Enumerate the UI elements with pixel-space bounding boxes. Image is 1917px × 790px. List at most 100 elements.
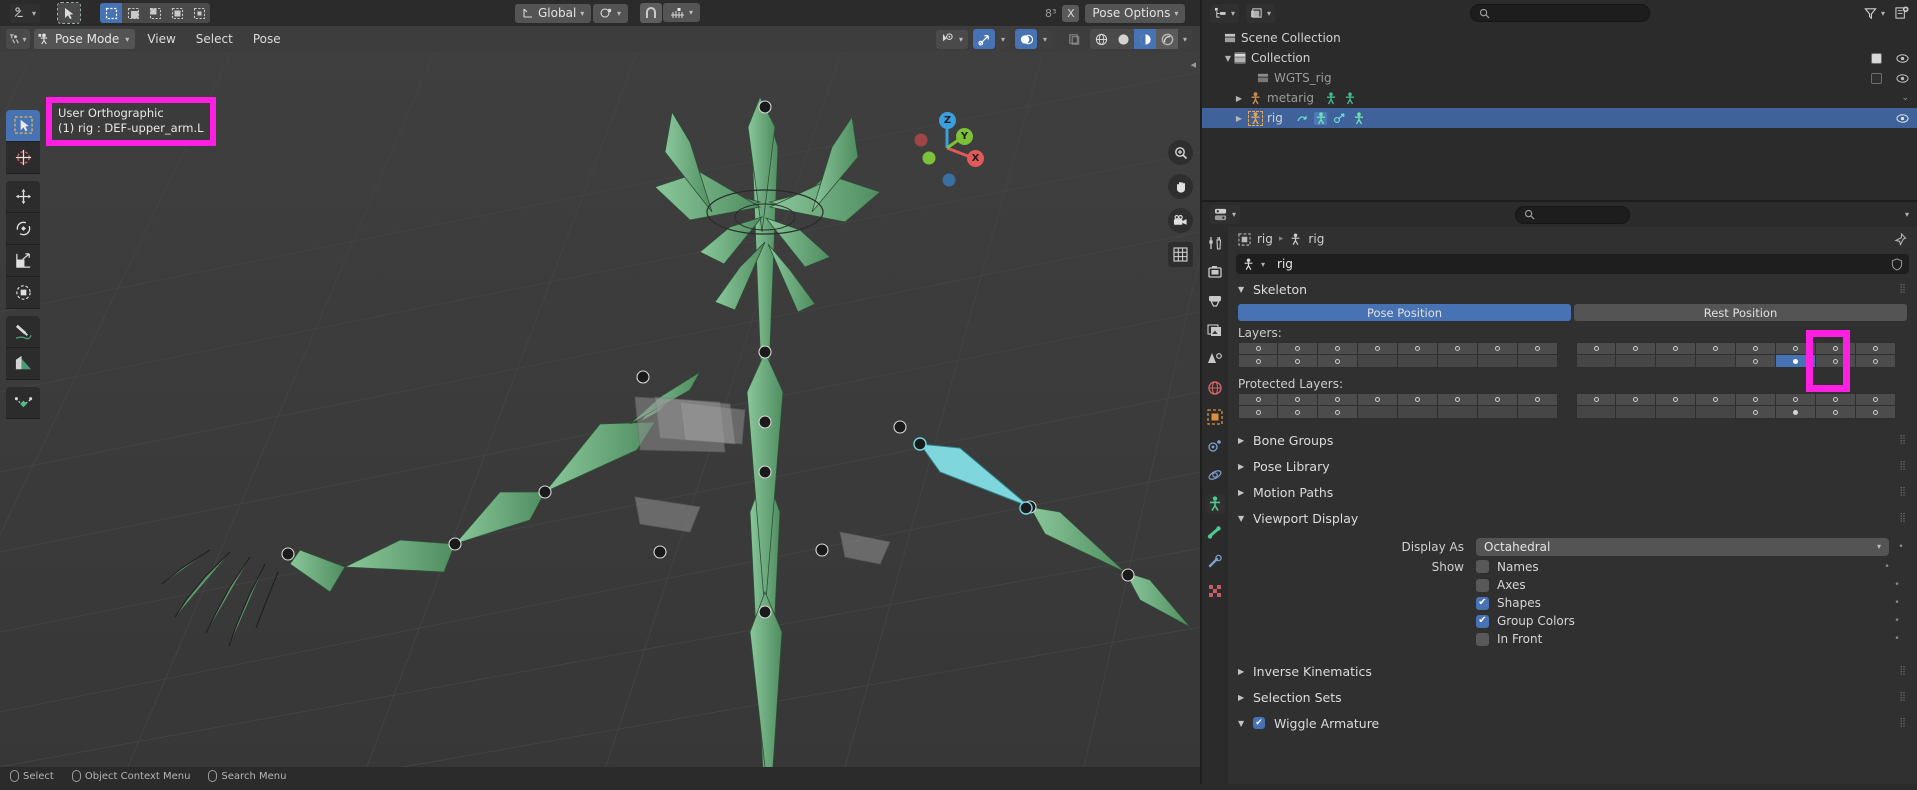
tool-measure[interactable] bbox=[6, 348, 40, 380]
overlays-dropdown[interactable]: ▾ bbox=[1038, 29, 1052, 49]
show-group-colors-checkbox[interactable]: ✔ bbox=[1476, 614, 1489, 628]
panel-header-wiggle-armature[interactable]: ▼ ✔ Wiggle Armature ⣿ bbox=[1228, 712, 1917, 734]
layer-toggle[interactable] bbox=[1278, 406, 1318, 419]
outliner-row-collection[interactable]: ▼ Collection bbox=[1202, 48, 1917, 68]
tool-annotate[interactable] bbox=[6, 316, 40, 348]
properties-options-chevron-down-icon[interactable]: ▾ bbox=[1905, 210, 1909, 219]
layer-toggle[interactable] bbox=[1358, 393, 1398, 406]
shading-mode-group[interactable]: ▾ bbox=[1090, 29, 1192, 49]
pose-icon[interactable] bbox=[1324, 91, 1337, 105]
animate-property-dot[interactable]: • bbox=[1891, 616, 1903, 626]
tab-bone[interactable] bbox=[1205, 523, 1225, 543]
tool-scale[interactable] bbox=[6, 245, 40, 277]
select-intersect-button[interactable] bbox=[166, 3, 189, 23]
layer-toggle[interactable] bbox=[1318, 342, 1358, 355]
layer-toggle[interactable] bbox=[1696, 393, 1736, 406]
pose-options-dropdown[interactable]: Pose Options ▾ bbox=[1085, 3, 1186, 23]
pivot-point-dropdown[interactable]: ▾ bbox=[593, 3, 629, 23]
armature-data-icon[interactable] bbox=[1352, 111, 1365, 125]
exclude-checkbox[interactable] bbox=[1871, 72, 1882, 84]
grid-ortho-icon[interactable] bbox=[1168, 242, 1193, 267]
datablock-name-value[interactable]: rig bbox=[1277, 257, 1293, 271]
layer-toggle[interactable] bbox=[1438, 342, 1478, 355]
new-collection-button[interactable] bbox=[1895, 6, 1909, 20]
panel-header-motion-paths[interactable]: ▶ Motion Paths ⣿ bbox=[1228, 481, 1917, 503]
layer-toggle[interactable] bbox=[1576, 406, 1616, 419]
gizmo-axis-y[interactable]: Y bbox=[956, 128, 973, 145]
display-as-dropdown[interactable]: Octahedral ▾ bbox=[1476, 537, 1889, 556]
tab-modifiers[interactable] bbox=[1205, 436, 1225, 456]
tab-view-layer[interactable] bbox=[1205, 320, 1225, 340]
menu-pose[interactable]: Pose bbox=[245, 29, 289, 49]
breadcrumb-data[interactable]: rig bbox=[1308, 232, 1324, 246]
outliner-filter-button[interactable]: ▾ bbox=[1861, 4, 1888, 23]
layer-toggle[interactable] bbox=[1278, 355, 1318, 368]
select-subtract-button[interactable] bbox=[144, 3, 167, 23]
layer-toggle[interactable] bbox=[1518, 342, 1558, 355]
layer-toggle[interactable] bbox=[1438, 393, 1478, 406]
zoom-icon[interactable] bbox=[1168, 140, 1193, 165]
navigation-gizmo[interactable]: Z Y X bbox=[899, 100, 995, 196]
properties-editor-type-button[interactable]: ▾ bbox=[1210, 205, 1241, 224]
layer-toggle[interactable] bbox=[1736, 393, 1776, 406]
layer-toggle[interactable] bbox=[1238, 355, 1278, 368]
gizmo-dropdown[interactable]: ▾ bbox=[996, 29, 1010, 49]
tab-scene[interactable] bbox=[1205, 349, 1225, 369]
xray-toggle-button[interactable] bbox=[1063, 29, 1085, 49]
outliner-row-metarig[interactable]: ▶ metarig ⌄ bbox=[1202, 88, 1917, 108]
transform-orientation-dropdown[interactable]: Global ▾ bbox=[515, 3, 592, 23]
layer-toggle[interactable] bbox=[1576, 342, 1616, 355]
outliner-row-rig[interactable]: ▶ rig bbox=[1202, 108, 1917, 128]
pin-icon[interactable] bbox=[1894, 232, 1907, 246]
layer-toggle[interactable] bbox=[1278, 342, 1318, 355]
armature-datablock-field[interactable]: ▾ rig bbox=[1236, 254, 1909, 274]
shading-solid-button[interactable] bbox=[1112, 29, 1134, 49]
shading-wireframe-button[interactable] bbox=[1090, 29, 1112, 49]
layer-toggle[interactable] bbox=[1238, 406, 1278, 419]
mirror-x-button[interactable]: X bbox=[1062, 4, 1080, 22]
layer-toggle[interactable] bbox=[1398, 393, 1438, 406]
gizmo-axis-x[interactable]: X bbox=[967, 150, 984, 167]
layer-toggle[interactable] bbox=[1438, 406, 1478, 419]
select-mode-group[interactable] bbox=[100, 3, 211, 23]
layer-toggle[interactable] bbox=[1696, 355, 1736, 368]
layer-toggle[interactable] bbox=[1856, 342, 1896, 355]
layer-toggle[interactable] bbox=[1358, 355, 1398, 368]
pose-position-button[interactable]: Pose Position bbox=[1238, 304, 1571, 321]
layer-toggle[interactable] bbox=[1478, 393, 1518, 406]
position-toggle-group[interactable]: Pose Position Rest Position bbox=[1238, 304, 1907, 321]
show-axes-checkbox[interactable] bbox=[1476, 578, 1489, 592]
tool-breakdowner[interactable] bbox=[6, 387, 40, 419]
viewport-editor-type-button[interactable]: ▾ bbox=[6, 29, 30, 49]
layer-toggle[interactable] bbox=[1736, 355, 1776, 368]
panel-header-selection-sets[interactable]: ▶ Selection Sets ⣿ bbox=[1228, 686, 1917, 708]
layer-toggle[interactable] bbox=[1776, 406, 1816, 419]
tab-render[interactable] bbox=[1205, 262, 1225, 282]
layer-toggle[interactable] bbox=[1776, 355, 1816, 368]
outliner-row-scene-collection[interactable]: Scene Collection bbox=[1202, 28, 1917, 48]
layer-toggle[interactable] bbox=[1318, 355, 1358, 368]
layer-toggle[interactable] bbox=[1518, 406, 1558, 419]
layer-toggle[interactable] bbox=[1856, 355, 1896, 368]
layer-toggle[interactable] bbox=[1318, 393, 1358, 406]
outliner-search-input[interactable] bbox=[1470, 4, 1650, 22]
chevron-down-icon[interactable]: ▾ bbox=[1261, 260, 1265, 269]
tab-physics[interactable] bbox=[1205, 465, 1225, 485]
tab-bone-constraint[interactable] bbox=[1205, 552, 1225, 572]
layer-toggle[interactable] bbox=[1616, 355, 1656, 368]
layer-toggle[interactable] bbox=[1398, 355, 1438, 368]
layer-toggle[interactable] bbox=[1656, 406, 1696, 419]
layer-toggle[interactable] bbox=[1656, 342, 1696, 355]
layer-toggle[interactable] bbox=[1656, 393, 1696, 406]
layer-toggle[interactable] bbox=[1616, 406, 1656, 419]
gizmo-axis-z[interactable]: Z bbox=[939, 112, 956, 129]
tool-move[interactable] bbox=[6, 181, 40, 213]
layer-toggle[interactable] bbox=[1576, 393, 1616, 406]
layer-toggle[interactable] bbox=[1478, 355, 1518, 368]
gizmo-toggle-button[interactable] bbox=[973, 29, 995, 49]
panel-header-viewport-display[interactable]: ▼ Viewport Display ⣿ bbox=[1228, 507, 1917, 529]
shading-dropdown[interactable]: ▾ bbox=[1178, 29, 1192, 49]
camera-icon[interactable] bbox=[1168, 208, 1193, 233]
animate-property-dot[interactable]: • bbox=[1891, 634, 1903, 644]
panel-header-bone-groups[interactable]: ▶ Bone Groups ⣿ bbox=[1228, 429, 1917, 451]
